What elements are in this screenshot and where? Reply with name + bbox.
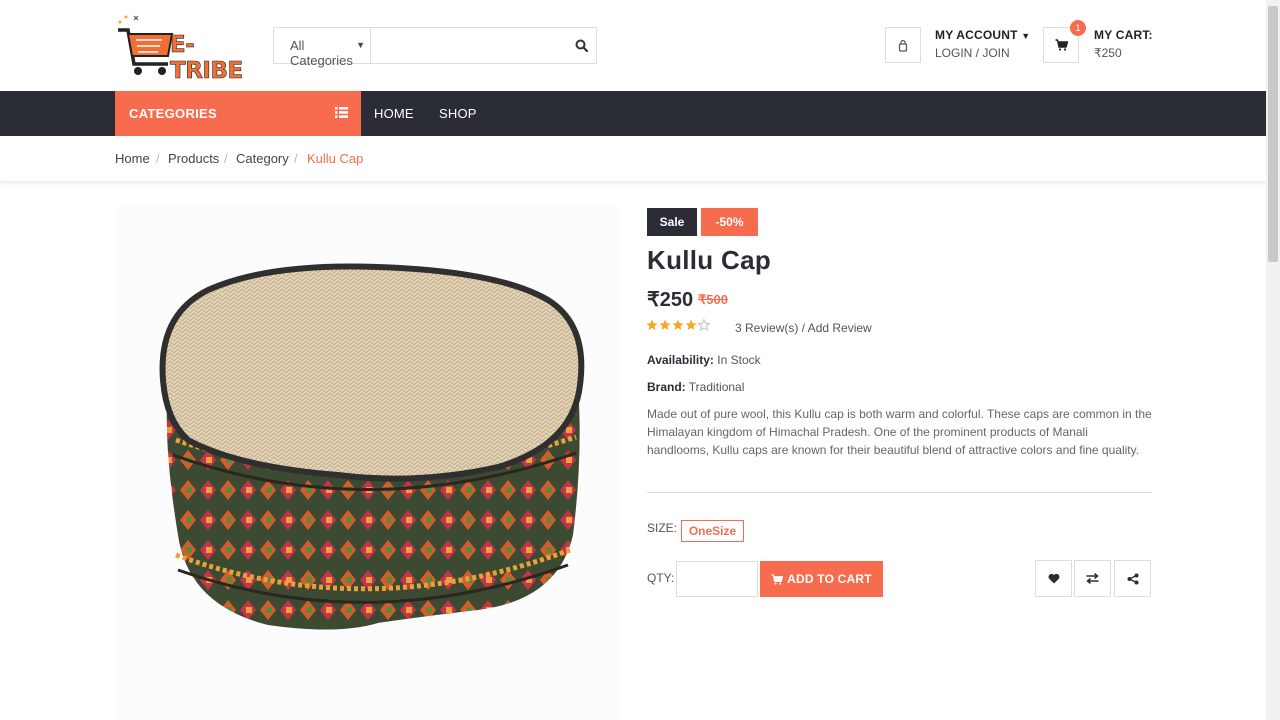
search-bar: All Categories ▼ (273, 27, 597, 68)
brand-label: Brand: (647, 380, 686, 394)
brand-value: Traditional (688, 380, 745, 394)
breadcrumb-separator: / (156, 151, 160, 166)
scrollbar-thumb[interactable] (1268, 6, 1278, 262)
divider (647, 492, 1152, 493)
star-filled-icon (685, 319, 697, 330)
cart-amount: ₹250 (1094, 46, 1122, 60)
compare-button[interactable] (1074, 560, 1111, 597)
search-icon (575, 39, 589, 52)
star-filled-icon (659, 319, 671, 330)
star-filled-icon (672, 319, 684, 330)
add-to-cart-label: ADD TO CART (787, 572, 872, 586)
sale-badge: Sale (647, 208, 697, 236)
product-description: Made out of pure wool, this Kullu cap is… (647, 407, 1152, 457)
site-logo[interactable]: E-TRIBE (114, 12, 260, 84)
user-icon (898, 39, 908, 52)
my-cart-label[interactable]: MY CART: (1094, 28, 1153, 42)
search-input[interactable] (371, 28, 568, 63)
account-button[interactable] (885, 27, 921, 63)
share-icon (1127, 573, 1138, 584)
nav-link-shop[interactable]: SHOP (439, 106, 477, 121)
product-old-price: ₹500 (698, 292, 728, 307)
product-title: Kullu Cap (647, 245, 772, 275)
breadcrumb: Home / Products / Category / Kullu Cap (0, 136, 1266, 182)
search-button[interactable] (567, 28, 596, 63)
my-account-menu[interactable]: MY ACCOUNT ▼ (935, 28, 1030, 42)
compare-icon (1086, 573, 1099, 584)
categories-menu[interactable]: CATEGORIES (115, 91, 361, 136)
nav-link-home[interactable]: HOME (374, 106, 414, 121)
breadcrumb-home[interactable]: Home (115, 151, 150, 166)
category-select[interactable]: All Categories ▼ (274, 28, 372, 68)
logo-text: E-TRIBE (170, 32, 244, 85)
share-button[interactable] (1114, 560, 1151, 597)
brand: Brand: Traditional (647, 380, 744, 394)
breadcrumb-current: Kullu Cap (307, 151, 364, 166)
add-to-cart-button[interactable]: ADD TO CART (760, 561, 883, 597)
breadcrumb-products[interactable]: Products (168, 151, 219, 166)
product-image[interactable] (118, 205, 620, 720)
size-option-onesize[interactable]: OneSize (681, 520, 744, 542)
availability-value: In Stock (717, 353, 761, 367)
main-nav: CATEGORIES HOME SHOP (0, 91, 1266, 136)
login-join-link[interactable]: LOGIN / JOIN (935, 46, 1010, 60)
breadcrumb-separator: / (224, 151, 228, 166)
kullu-cap-image (159, 263, 585, 630)
heart-icon (1048, 573, 1059, 584)
caret-down-icon: ▼ (356, 40, 366, 50)
cart-count-badge: 1 (1070, 20, 1086, 36)
category-select-value: All Categories (290, 38, 353, 68)
wishlist-button[interactable] (1035, 560, 1072, 597)
cart-logo-icon (118, 15, 174, 75)
shopping-cart-icon (771, 573, 784, 585)
star-empty-icon (698, 319, 710, 331)
caret-down-icon: ▼ (1021, 31, 1031, 41)
star-filled-icon (646, 319, 658, 330)
size-label: SIZE: (647, 521, 678, 535)
site-header: E-TRIBE All Categories ▼ MY ACCOUNT ▼ LO… (0, 0, 1266, 91)
categories-label: CATEGORIES (129, 106, 217, 121)
list-icon (335, 107, 348, 118)
reviews-link[interactable]: 3 Review(s) / Add Review (735, 321, 872, 335)
discount-badge: -50% (701, 208, 758, 236)
availability-label: Availability: (647, 353, 714, 367)
breadcrumb-category[interactable]: Category (236, 151, 289, 166)
shopping-cart-icon (1055, 39, 1068, 51)
page-scrollbar[interactable] (1266, 0, 1280, 720)
availability: Availability: In Stock (647, 353, 761, 367)
quantity-input[interactable] (676, 561, 758, 597)
rating-stars (646, 319, 710, 331)
breadcrumb-separator: / (294, 151, 298, 166)
my-account-label: MY ACCOUNT (935, 28, 1018, 42)
product-price: ₹250 (647, 289, 694, 311)
qty-label: QTY: (647, 571, 675, 585)
